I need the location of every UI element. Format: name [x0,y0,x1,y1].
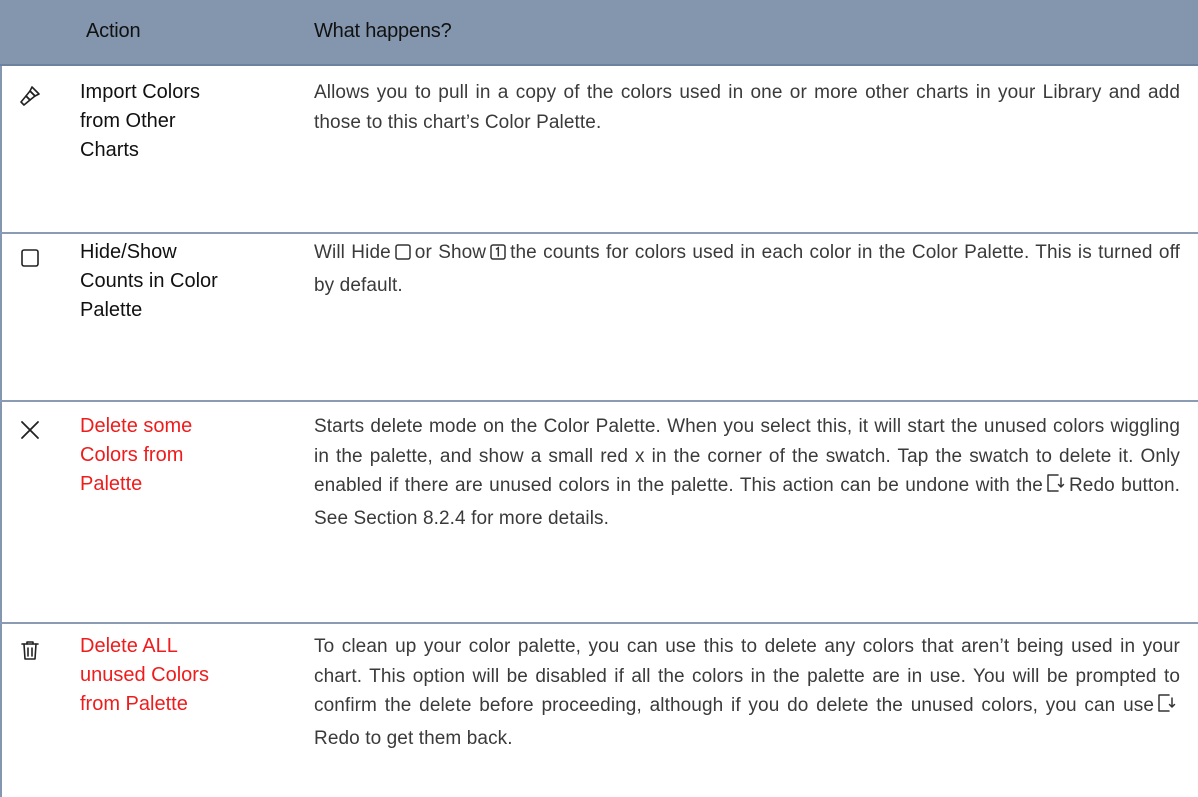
redo-icon [1157,692,1177,724]
table-row: Import Colors from Other Charts Allows y… [0,66,1198,232]
table-row: Delete ALL unused Colors from Palette To… [0,624,1198,797]
row-description: Allows you to pull in a copy of the colo… [314,82,1180,133]
redo-icon [1046,472,1066,504]
row-description: Starts delete mode on the Color Palette.… [314,416,1180,529]
square-outline-icon [394,241,412,271]
table-header: Action What happens? [0,0,1198,66]
header-what-happens: What happens? [314,20,452,42]
square-outline-icon [18,246,42,270]
row-description: Will Hide or Show the counts for colors us… [314,241,1180,296]
table-row: Delete some Colors from Palette Starts d… [0,402,1198,622]
header-action: Action [86,20,141,42]
trash-icon [18,638,42,662]
square-one-icon [489,241,507,271]
row-description: To clean up your color palette, you can … [314,636,1180,749]
paintbrush-icon [18,84,42,108]
table-row: Hide/Show Counts in Color Palette Will H… [0,234,1198,400]
x-icon [18,418,42,442]
row-action-label: Hide/Show Counts in Color Palette [80,241,218,321]
row-action-label: Delete ALL unused Colors from Palette [80,635,209,715]
help-table: Action What happens? Import Colors from … [0,0,1198,797]
row-action-label: Delete some Colors from Palette [80,415,193,495]
row-action-label: Import Colors from Other Charts [80,81,201,161]
